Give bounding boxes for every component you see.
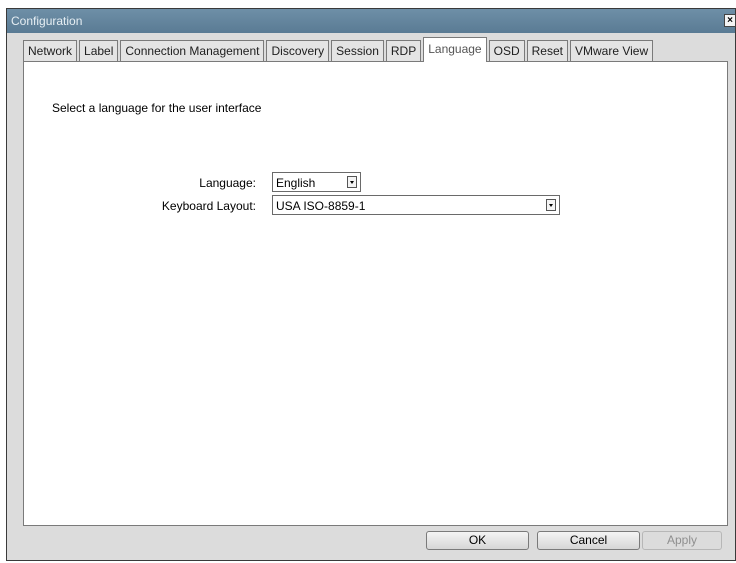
window-title: Configuration (11, 14, 83, 28)
tab-rdp[interactable]: RDP (385, 40, 422, 61)
language-label: Language: (199, 176, 256, 190)
button-bar: OK Cancel Apply (6, 526, 736, 553)
intro-text: Select a language for the user interface (52, 101, 262, 115)
tab-reset[interactable]: Reset (526, 40, 568, 61)
keyboard-layout-value: USA ISO-8859-1 (276, 199, 366, 213)
language-panel: Select a language for the user interface… (23, 61, 728, 526)
tab-discovery[interactable]: Discovery (266, 40, 330, 61)
language-value: English (276, 176, 316, 190)
chevron-down-icon[interactable] (546, 199, 556, 211)
tab-label[interactable]: Label (79, 40, 119, 61)
chevron-down-icon[interactable] (347, 176, 357, 188)
keyboard-layout-select[interactable]: USA ISO-8859-1 (272, 195, 560, 215)
close-icon: × (727, 15, 733, 26)
close-button[interactable]: × (724, 14, 736, 27)
title-bar[interactable]: Configuration × (7, 9, 736, 33)
tab-network[interactable]: Network (23, 40, 78, 61)
apply-button[interactable]: Apply (642, 531, 722, 550)
tab-osd[interactable]: OSD (488, 40, 525, 61)
cancel-button[interactable]: Cancel (537, 531, 640, 550)
keyboard-layout-label: Keyboard Layout: (161, 199, 256, 213)
tab-session[interactable]: Session (331, 40, 384, 61)
tab-language[interactable]: Language (423, 37, 487, 62)
tab-vmware-view[interactable]: VMware View (569, 40, 654, 61)
ok-button[interactable]: OK (426, 531, 529, 550)
tab-bar: Network Label Connection Management Disc… (23, 37, 655, 62)
tab-connection-management[interactable]: Connection Management (120, 40, 265, 61)
language-select[interactable]: English (272, 172, 361, 192)
